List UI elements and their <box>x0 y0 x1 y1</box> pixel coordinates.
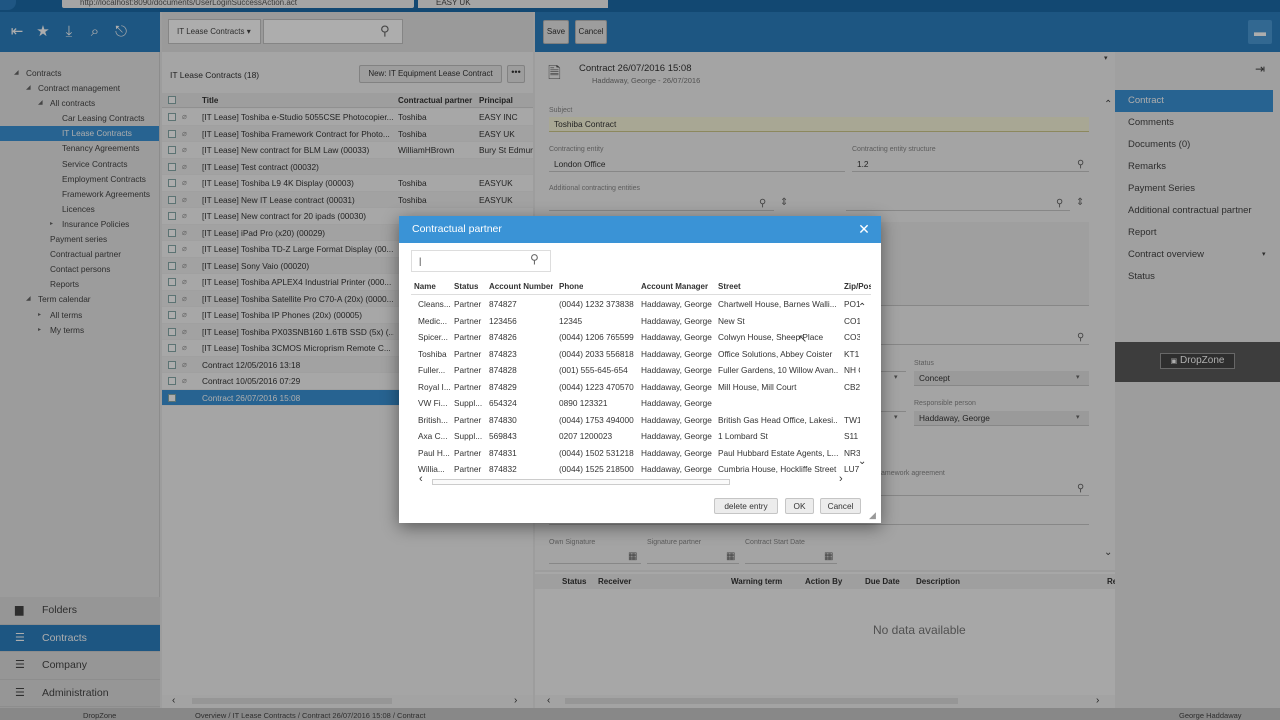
partner-cell: Haddaway, George <box>641 431 712 441</box>
column-account-manager[interactable]: Account Manager <box>641 279 708 295</box>
dialog-header: Contractual partner <box>399 216 881 243</box>
partner-cell: Medic... <box>418 315 448 326</box>
cancel-button[interactable]: Cancel <box>820 498 861 514</box>
partner-cell: (0044) 1223 470570 <box>559 381 634 392</box>
partner-row[interactable]: Cleans... Partner 874827 (0044) 1232 373838… <box>411 296 860 313</box>
partner-cell: 874828 <box>489 365 517 375</box>
scroll-thumb[interactable] <box>432 479 730 485</box>
partner-row[interactable]: Spicer... Partner 874826 (0044) 1206 765599… <box>411 329 860 346</box>
partner-row[interactable]: Fuller... Partner 874828 (001) 555-645-654 H… <box>411 362 860 379</box>
partner-cell: 874831 <box>489 447 517 458</box>
partner-cell: Haddaway, George <box>641 315 712 326</box>
partner-cell: Mill House, Mill Court <box>718 381 797 392</box>
scroll-up-icon[interactable]: ⌃ <box>858 302 866 313</box>
partner-cell: Partner <box>454 414 482 425</box>
partner-cell: Haddaway, George <box>641 348 712 359</box>
column-street[interactable]: Street <box>718 279 741 295</box>
partner-row[interactable]: VW Fi... Suppl... 654324 0890 123321 Haddawa… <box>411 395 856 412</box>
partner-cell: Partner <box>454 348 482 359</box>
partner-cell: Partner <box>454 315 482 326</box>
column-name[interactable]: Name <box>414 279 436 295</box>
partner-cell: (0044) 1502 531218 <box>559 447 634 458</box>
scroll-left-icon[interactable]: ‹ <box>419 473 423 485</box>
partner-cell: Haddaway, George <box>641 299 712 309</box>
partner-cell: (0044) 2033 556818 <box>559 348 634 359</box>
partner-cell: British... <box>418 414 448 425</box>
partner-cell: New St <box>718 315 745 326</box>
partner-cell: Royal I... <box>418 381 451 392</box>
partner-cell: Paul H... <box>418 447 450 458</box>
dialog-title: Contractual partner <box>412 223 502 235</box>
partner-cell: 0890 123321 <box>559 398 608 408</box>
partner-row[interactable]: Medic... Partner 123456 12345 Haddaway, Geor… <box>411 313 860 330</box>
partner-cell: Spicer... <box>418 332 448 342</box>
resize-handle-icon[interactable]: ◢ <box>869 510 876 521</box>
delete-entry-button[interactable]: delete entry <box>714 498 778 514</box>
partner-cell: Colwyn House, Sheep Place <box>718 332 824 342</box>
contractual-partner-dialog: Contractual partner ✕ | ⚲ Name Status Ac… <box>399 216 881 523</box>
partner-cell: British Gas Head Office, Lakesi... <box>718 414 838 425</box>
partner-cell: (0044) 1206 765599 <box>559 332 634 342</box>
partner-cell: Haddaway, George <box>641 398 712 408</box>
partner-cell: 874827 <box>489 299 517 309</box>
partner-cell: 569843 <box>489 431 517 441</box>
partner-cell: Cleans... <box>418 299 451 309</box>
column-account-number[interactable]: Account Number <box>489 279 553 295</box>
partner-cell: Haddaway, George <box>641 381 712 392</box>
partner-row[interactable]: Paul H... Partner 874831 (0044) 1502 531218… <box>411 445 860 462</box>
partner-cell: Office Solutions, Abbey Coister <box>718 348 833 359</box>
column-status[interactable]: Status <box>454 279 478 295</box>
partner-cell: Paul Hubbard Estate Agents, L... <box>718 447 838 458</box>
search-icon[interactable]: ⚲ <box>530 252 539 266</box>
partner-row[interactable]: British... Partner 874830 (0044) 1753 49400… <box>411 412 860 429</box>
close-icon[interactable]: ✕ <box>852 216 876 243</box>
partner-cell: 874826 <box>489 332 517 342</box>
partner-cell: 874830 <box>489 414 517 425</box>
partner-cell: Partner <box>454 365 482 375</box>
partner-cell: Suppl... <box>454 398 483 408</box>
partner-cell: Fuller... <box>418 365 446 375</box>
partner-cell: Toshiba <box>418 348 447 359</box>
partner-cell: (0044) 1232 373838 <box>559 299 634 309</box>
partner-cell: Haddaway, George <box>641 332 712 342</box>
partner-cell: 654324 <box>489 398 517 408</box>
partner-table-header: Name Status Account Number Phone Account… <box>411 279 871 295</box>
partner-row[interactable]: Axa C... Suppl... 569843 0207 1200023 Haddaw… <box>411 428 858 445</box>
partner-cell: 874823 <box>489 348 517 359</box>
partner-cell: Partner <box>454 381 482 392</box>
partner-cell: Haddaway, George <box>641 365 712 375</box>
partner-cell: (001) 555-645-654 <box>559 365 628 375</box>
partner-cell: Partner <box>454 447 482 458</box>
partner-row[interactable]: Toshiba Partner 874823 (0044) 2033 556818 Ha… <box>411 346 859 363</box>
column-zip[interactable]: Zip/Pos <box>844 279 871 295</box>
partner-cell: Partner <box>454 299 482 309</box>
partner-cell: Partner <box>454 332 482 342</box>
partner-cell: Suppl... <box>454 431 483 441</box>
scroll-down-icon[interactable]: ⌄ <box>858 456 866 467</box>
partner-cell: 123456 <box>489 315 517 326</box>
partner-vertical-scrollbar[interactable]: ⌃ ⌄ <box>856 296 870 476</box>
column-phone[interactable]: Phone <box>559 279 583 295</box>
partner-cell: Haddaway, George <box>641 447 712 458</box>
partner-cell: 1 Lombard St <box>718 431 768 441</box>
partner-cell: Chartwell House, Barnes Walli... <box>718 299 837 309</box>
partner-cell: 12345 <box>559 315 583 326</box>
partner-cell: 874829 <box>489 381 517 392</box>
partner-cell: 0207 1200023 <box>559 431 613 441</box>
partner-cell: Haddaway, George <box>641 414 712 425</box>
partner-cell: VW Fi... <box>418 398 448 408</box>
partner-horizontal-scrollbar[interactable]: ‹ › <box>417 473 862 488</box>
partner-cell: (0044) 1753 494000 <box>559 414 634 425</box>
partner-row[interactable]: Royal I... Partner 874829 (0044) 1223 47057… <box>411 379 860 396</box>
partner-cell: Axa C... <box>418 431 448 441</box>
mouse-cursor-icon: ↖ <box>798 333 808 345</box>
partner-cell: Fuller Gardens, 10 Willow Avan... <box>718 365 838 375</box>
ok-button[interactable]: OK <box>785 498 814 514</box>
scroll-right-icon[interactable]: › <box>839 473 843 485</box>
